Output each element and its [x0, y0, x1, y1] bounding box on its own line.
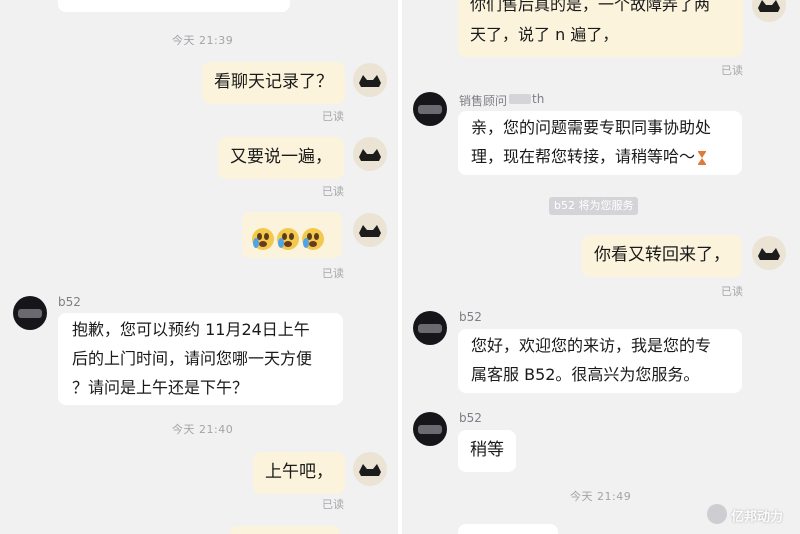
system-notice: b52 将为您服务 [549, 197, 639, 215]
outgoing-message-bubble[interactable]: 你们售后真的是，一个故障弄了两 天了，说了 n 遍了， [458, 0, 743, 57]
message-line: 亲，您的问题需要专职同事协助处 [471, 118, 712, 137]
cat-avatar-icon [359, 149, 381, 161]
timestamp: 今天 21:40 [172, 423, 234, 436]
message-line: 理，现在帮您转接，请稍等哈～ [471, 147, 696, 166]
message-line: 天了，说了 n 遍了， [470, 25, 619, 44]
cropped-message-bubble [58, 0, 290, 12]
user-avatar[interactable] [752, 0, 786, 22]
avatar-blur [418, 324, 442, 333]
cat-avatar-icon [359, 464, 381, 476]
incoming-message-bubble[interactable]: 亲，您的问题需要专职同事协助处 理，现在帮您转接，请稍等哈～ [458, 111, 742, 175]
sender-name: b52 [58, 295, 81, 309]
read-status: 已读 [322, 110, 344, 123]
loudly-crying-face-icon [252, 228, 274, 250]
read-status: 已读 [322, 185, 344, 198]
user-avatar[interactable] [353, 213, 387, 247]
user-avatar[interactable] [353, 137, 387, 171]
read-status: 已读 [721, 64, 743, 77]
avatar-blur [418, 425, 442, 434]
timestamp: 今天 21:39 [172, 34, 234, 47]
agent-avatar[interactable] [413, 311, 447, 345]
sender-name: 销售顾问 [459, 94, 508, 108]
agent-avatar[interactable] [413, 92, 447, 126]
read-status: 已读 [322, 267, 344, 280]
incoming-message-bubble[interactable]: 抱歉，您可以预约 11月24日上午 后的上门时间，请问您哪一天方便 ？请问是上午… [58, 313, 343, 405]
cat-avatar-icon [758, 0, 780, 12]
outgoing-message-bubble[interactable]: 上午吧， [253, 452, 345, 494]
incoming-message-bubble[interactable]: 稍等 [458, 430, 516, 472]
agent-avatar[interactable] [413, 412, 447, 446]
message-line: 后的上门时间，请问您哪一天方便 [72, 349, 313, 368]
outgoing-message-bubble[interactable]: 你看又转回来了， [582, 235, 742, 277]
right-chat-panel: 你们售后真的是，一个故障弄了两 天了，说了 n 遍了， 已读 销售顾问 th 亲… [402, 0, 800, 534]
incoming-message-bubble[interactable]: 您好，欢迎您的来访，我是您的专 属客服 B52。很高兴为您服务。 [458, 329, 742, 393]
read-status: 已读 [721, 285, 743, 298]
user-avatar[interactable] [752, 236, 786, 270]
message-line: 属客服 B52。很高兴为您服务。 [471, 365, 700, 384]
loudly-crying-face-icon [302, 228, 324, 250]
sender-name: b52 [459, 310, 482, 324]
watermark: 亿邦动力 [707, 502, 795, 526]
message-line: 你们售后真的是，一个故障弄了两 [470, 0, 711, 14]
avatar-blur [418, 105, 442, 114]
cropped-message-bubble [230, 526, 340, 534]
hourglass-icon [698, 150, 707, 165]
cat-avatar-icon [359, 225, 381, 237]
outgoing-message-bubble[interactable]: 又要说一遍， [218, 137, 344, 179]
avatar-blur [18, 309, 42, 318]
user-avatar[interactable] [353, 452, 387, 486]
sender-name-suffix: th [532, 92, 545, 106]
sender-name-blur [509, 94, 531, 104]
outgoing-message-bubble[interactable]: 看聊天记录了？ [202, 62, 345, 104]
logo-icon [707, 504, 727, 524]
outgoing-emoji-bubble[interactable] [242, 212, 342, 258]
user-avatar[interactable] [353, 63, 387, 97]
cropped-message-bubble [458, 524, 558, 534]
watermark-text: 亿邦动力 [731, 510, 784, 525]
message-line-wrap: 理，现在帮您转接，请稍等哈～ [471, 142, 729, 171]
cat-avatar-icon [758, 248, 780, 260]
read-status: 已读 [322, 498, 344, 511]
message-line: 您好，欢迎您的来访，我是您的专 [471, 336, 712, 355]
agent-avatar[interactable] [13, 296, 47, 330]
loudly-crying-face-icon [277, 228, 299, 250]
left-chat-panel: 今天 21:39 看聊天记录了？ 已读 又要说一遍， 已读 已读 b52 抱歉，… [0, 0, 398, 534]
cat-avatar-icon [359, 75, 381, 87]
sender-name: b52 [459, 411, 482, 425]
message-line: ？请问是上午还是下午？ [72, 378, 249, 397]
timestamp: 今天 21:49 [570, 490, 632, 503]
message-line: 抱歉，您可以预约 11月24日上午 [72, 320, 310, 339]
